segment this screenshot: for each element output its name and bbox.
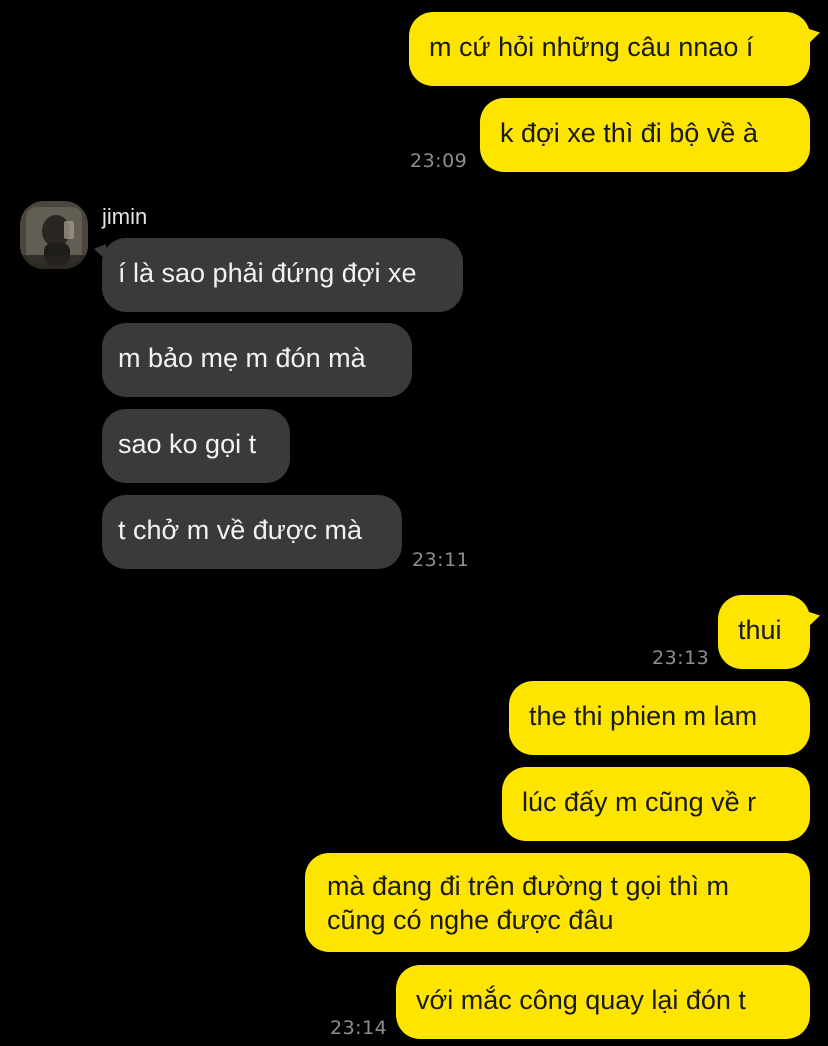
outgoing-message-bubble[interactable]: với mắc công quay lại đón t — [396, 965, 810, 1039]
message-text: lúc đấy m cũng về r — [522, 787, 757, 817]
bubble-tail — [806, 28, 820, 46]
message-text: với mắc công quay lại đón t — [416, 985, 746, 1015]
message-timestamp: 23:14 — [330, 1017, 388, 1039]
message-timestamp: 23:13 — [652, 647, 710, 669]
outgoing-message-bubble[interactable]: thui — [718, 595, 810, 669]
incoming-message-bubble[interactable]: í là sao phải đứng đợi xe — [102, 238, 463, 312]
chat-message-list[interactable]: m cứ hỏi những câu nnao í k đợi xe thì đ… — [0, 0, 828, 1046]
sender-name: jimin — [102, 204, 148, 229]
outgoing-message-bubble[interactable]: the thi phien m lam — [509, 681, 810, 755]
message-text: the thi phien m lam — [529, 701, 758, 731]
outgoing-message-bubble[interactable]: mà đang đi trên đường t gọi thì m cũng c… — [305, 853, 810, 952]
message-text: thui — [738, 615, 782, 645]
message-text: m bảo mẹ m đón mà — [118, 343, 366, 373]
profile-avatar-icon — [20, 201, 88, 269]
message-text: t chở m về được mà — [118, 515, 363, 545]
message-text: mà đang đi trên đường t gọi thì m cũng c… — [327, 871, 729, 935]
message-timestamp: 23:09 — [410, 150, 468, 172]
incoming-message-bubble[interactable]: sao ko gọi t — [102, 409, 290, 483]
outgoing-message-bubble[interactable]: lúc đấy m cũng về r — [502, 767, 810, 841]
message-text: k đợi xe thì đi bộ về à — [500, 118, 758, 148]
incoming-message-bubble[interactable]: t chở m về được mà — [102, 495, 402, 569]
bubble-tail — [806, 611, 820, 629]
message-timestamp: 23:11 — [412, 549, 470, 571]
outgoing-message-bubble[interactable]: m cứ hỏi những câu nnao í — [409, 12, 810, 86]
message-text: sao ko gọi t — [118, 429, 257, 459]
message-text: m cứ hỏi những câu nnao í — [429, 32, 754, 62]
message-text: í là sao phải đứng đợi xe — [118, 258, 417, 288]
outgoing-message-bubble[interactable]: k đợi xe thì đi bộ về à — [480, 98, 810, 172]
contact-avatar[interactable] — [20, 201, 88, 269]
incoming-message-bubble[interactable]: m bảo mẹ m đón mà — [102, 323, 412, 397]
